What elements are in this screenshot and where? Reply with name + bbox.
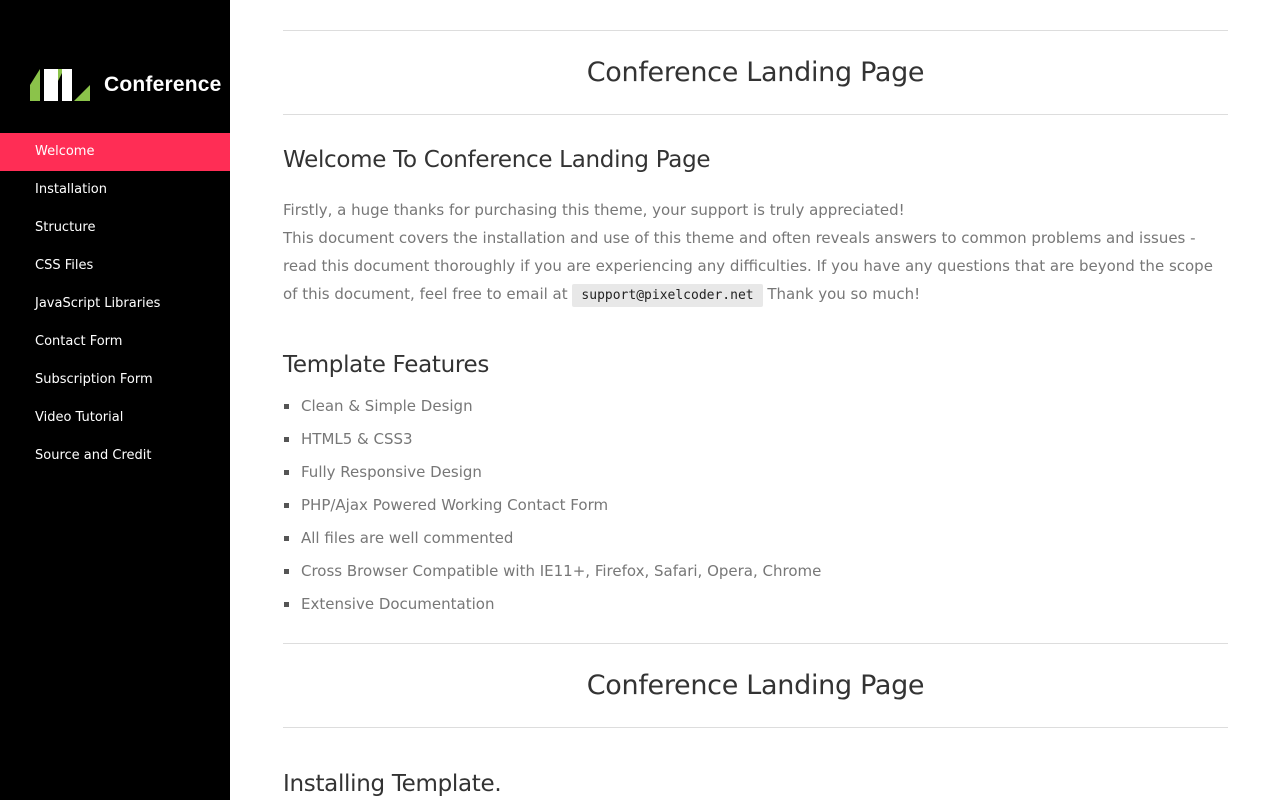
main-content: Conference Landing Page Welcome To Confe…	[283, 0, 1228, 800]
sidebar-nav: Welcome Installation Structure CSS Files…	[0, 133, 230, 475]
sidebar-item-installation[interactable]: Installation	[0, 171, 230, 209]
feature-text: All files are well commented	[301, 529, 514, 547]
feature-item: Cross Browser Compatible with IE11+, Fir…	[283, 555, 821, 588]
bullet-icon	[284, 470, 289, 475]
logo-text: Conference	[104, 73, 222, 96]
sidebar-item-javascript-libraries[interactable]: JavaScript Libraries	[0, 285, 230, 323]
bullet-icon	[284, 437, 289, 442]
feature-text: HTML5 & CSS3	[301, 430, 413, 448]
welcome-paragraph: Firstly, a huge thanks for purchasing th…	[283, 196, 1228, 310]
sidebar-item-welcome[interactable]: Welcome	[0, 133, 230, 171]
feature-item: All files are well commented	[283, 522, 821, 555]
bullet-icon	[284, 404, 289, 409]
sidebar-item-css-files[interactable]: CSS Files	[0, 247, 230, 285]
feature-item: PHP/Ajax Powered Working Contact Form	[283, 489, 821, 522]
logo[interactable]: Conference	[30, 68, 222, 102]
welcome-heading: Welcome To Conference Landing Page	[283, 147, 711, 173]
installing-heading: Installing Template.	[283, 771, 502, 797]
feature-text: Extensive Documentation	[301, 595, 495, 613]
feature-text: PHP/Ajax Powered Working Contact Form	[301, 496, 609, 514]
feature-text: Cross Browser Compatible with IE11+, Fir…	[301, 562, 822, 580]
welcome-line-1: Firstly, a huge thanks for purchasing th…	[283, 201, 905, 219]
bullet-icon	[284, 536, 289, 541]
feature-item: Fully Responsive Design	[283, 456, 821, 489]
features-heading: Template Features	[283, 352, 490, 378]
page-title-block: Conference Landing Page	[283, 30, 1228, 115]
feature-item: Extensive Documentation	[283, 588, 821, 621]
feature-text: Clean & Simple Design	[301, 397, 473, 415]
sidebar-item-structure[interactable]: Structure	[0, 209, 230, 247]
welcome-line-3: Thank you so much!	[767, 285, 921, 303]
sidebar-item-subscription-form[interactable]: Subscription Form	[0, 361, 230, 399]
sidebar-item-video-tutorial[interactable]: Video Tutorial	[0, 399, 230, 437]
page-title-2: Conference Landing Page	[586, 670, 925, 701]
page-title: Conference Landing Page	[586, 57, 925, 88]
page-title-block-2: Conference Landing Page	[283, 643, 1228, 728]
feature-item: Clean & Simple Design	[283, 390, 821, 423]
bullet-icon	[284, 569, 289, 574]
sidebar-item-source-and-credit[interactable]: Source and Credit	[0, 437, 230, 475]
feature-text: Fully Responsive Design	[301, 463, 482, 481]
sidebar: Conference Welcome Installation Structur…	[0, 0, 230, 800]
features-list: Clean & Simple Design HTML5 & CSS3 Fully…	[283, 390, 821, 621]
feature-item: HTML5 & CSS3	[283, 423, 821, 456]
support-email[interactable]: support@pixelcoder.net	[572, 284, 763, 307]
bullet-icon	[284, 602, 289, 607]
bullet-icon	[284, 503, 289, 508]
sidebar-item-contact-form[interactable]: Contact Form	[0, 323, 230, 361]
conference-logo-icon	[30, 69, 90, 101]
